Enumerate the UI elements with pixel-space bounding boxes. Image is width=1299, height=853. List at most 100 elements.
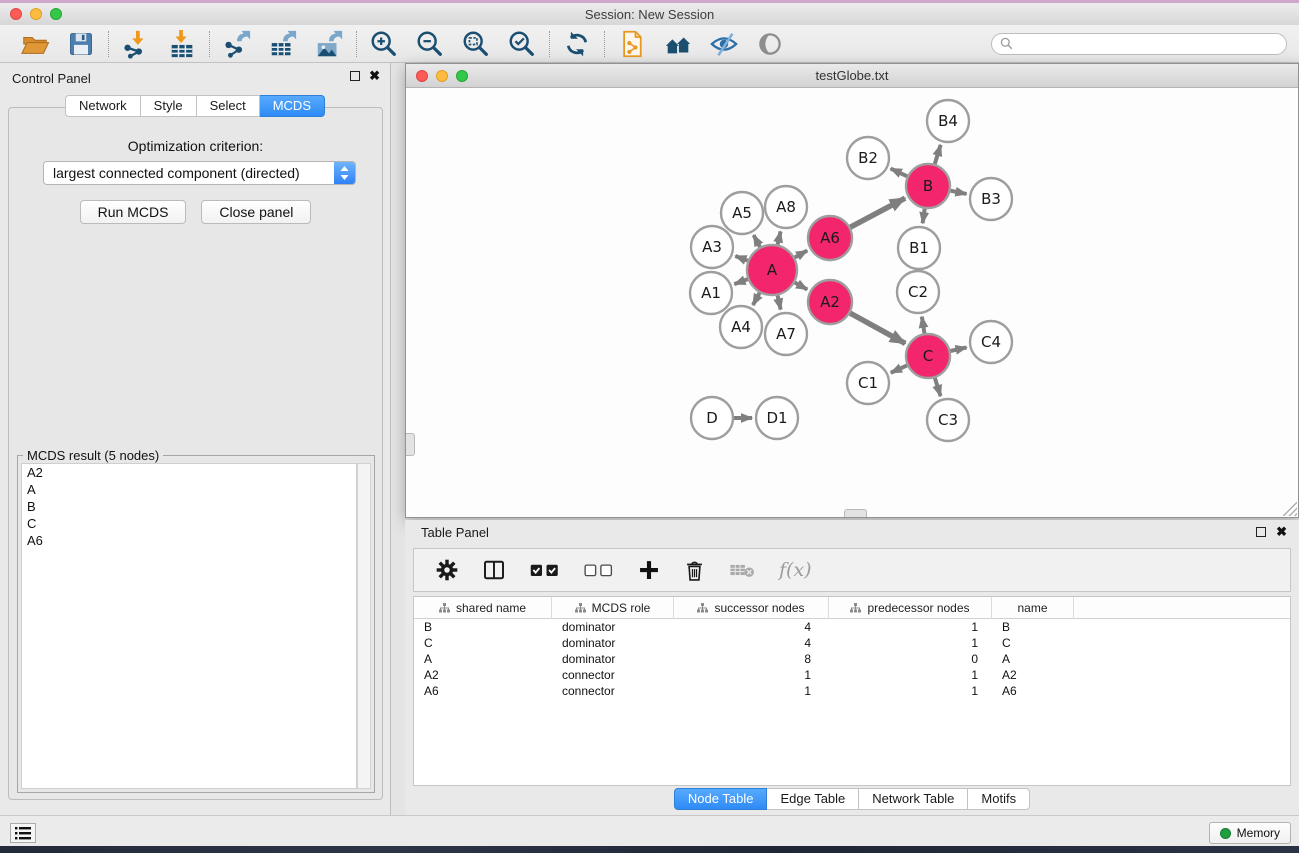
table-cell[interactable]: 0 [829,651,992,667]
graph-node-C3[interactable]: C3 [927,399,969,441]
graph-edge-A-A2[interactable] [795,283,807,290]
table-cell[interactable]: B [992,619,1074,635]
table-row[interactable]: Adominator80A [414,651,1290,667]
graph-edge-B-B3[interactable] [951,191,967,194]
task-history-button[interactable] [10,823,36,843]
graph-edge-A-A4[interactable] [753,293,760,305]
show-columns-icon[interactable] [482,558,506,582]
west-panel-grip[interactable] [406,433,415,456]
graph-edge-B-B4[interactable] [935,145,941,164]
graph-node-C1[interactable]: C1 [847,362,889,404]
graph-node-A3[interactable]: A3 [691,226,733,268]
table-cell[interactable]: dominator [552,635,674,651]
graph-node-B1[interactable]: B1 [898,227,940,269]
column-header-name[interactable]: name [992,597,1074,619]
graph-node-A6[interactable]: A6 [808,216,852,260]
table-cell[interactable]: A [992,651,1074,667]
graph-node-C4[interactable]: C4 [970,321,1012,363]
tab-network-table[interactable]: Network Table [859,788,968,810]
column-header-successor-nodes[interactable]: successor nodes [674,597,829,619]
export-network-icon[interactable] [222,29,252,59]
table-cell[interactable]: dominator [552,619,674,635]
close-panel-button[interactable]: Close panel [201,200,311,224]
resize-grip-icon[interactable] [1283,502,1297,516]
graph-node-A8[interactable]: A8 [765,186,807,228]
refresh-layout-icon[interactable] [562,29,592,59]
table-cell[interactable]: 4 [674,635,829,651]
float-table-panel-icon[interactable] [1256,527,1266,537]
table-cell[interactable]: A6 [414,683,552,699]
column-header-shared-name[interactable]: shared name [414,597,552,619]
south-panel-grip[interactable] [844,509,867,517]
table-cell[interactable]: 1 [829,619,992,635]
table-cell[interactable]: 8 [674,651,829,667]
graph-node-B2[interactable]: B2 [847,137,889,179]
criterion-dropdown[interactable]: largest connected component (directed) [43,161,356,185]
tab-mcds[interactable]: MCDS [260,95,325,117]
graph-node-A[interactable]: A [747,245,797,295]
tab-node-table[interactable]: Node Table [674,788,768,810]
network-canvas[interactable]: B4B2BB3A8A5A6A3B1AC2A1A2A4A7C4CC1DD1C3 [406,88,1298,517]
graph-edge-A-A1[interactable] [734,279,747,284]
gear-icon[interactable] [436,559,458,581]
table-cell[interactable]: 1 [674,667,829,683]
graph-edge-C-C1[interactable] [891,365,907,372]
graph-node-B[interactable]: B [906,164,950,208]
deselect-all-icon[interactable] [584,562,614,578]
graph-edge-A-A6[interactable] [795,251,807,258]
session-details-icon[interactable] [617,29,647,59]
column-header-predecessor-nodes[interactable]: predecessor nodes [829,597,992,619]
graph-edge-A-A5[interactable] [754,235,760,247]
mcds-result-item[interactable]: B [22,498,356,515]
close-panel-icon[interactable]: ✖ [369,71,380,81]
graph-node-B3[interactable]: B3 [970,178,1012,220]
memory-button[interactable]: Memory [1209,822,1291,844]
graph-edge-A-A8[interactable] [778,231,781,244]
result-scrollbar[interactable] [357,463,371,789]
tab-select[interactable]: Select [197,95,260,117]
function-builder-icon[interactable]: f(x) [779,559,812,581]
tab-motifs[interactable]: Motifs [968,788,1030,810]
close-table-panel-icon[interactable]: ✖ [1276,527,1287,537]
export-image-icon[interactable] [314,29,344,59]
table-cell[interactable]: 1 [829,635,992,651]
run-mcds-button[interactable]: Run MCDS [80,200,187,224]
table-cell[interactable]: A6 [992,683,1074,699]
graph-edge-A6-B[interactable] [850,198,905,227]
tab-style[interactable]: Style [141,95,197,117]
table-cell[interactable]: A [414,651,552,667]
select-all-icon[interactable] [530,562,560,578]
table-cell[interactable]: connector [552,667,674,683]
save-session-icon[interactable] [66,29,96,59]
delete-table-icon[interactable] [729,561,755,579]
table-cell[interactable]: dominator [552,651,674,667]
delete-column-icon[interactable] [684,559,705,582]
import-network-icon[interactable] [121,29,151,59]
column-header-mcds-role[interactable]: MCDS role [552,597,674,619]
graph-edge-A-A3[interactable] [735,256,747,261]
graph-node-D1[interactable]: D1 [756,397,798,439]
graph-node-A1[interactable]: A1 [690,272,732,314]
open-file-icon[interactable] [20,29,50,59]
graph-node-C[interactable]: C [906,334,950,378]
graph-node-A2[interactable]: A2 [808,280,852,324]
graph-edge-B-B1[interactable] [923,209,925,223]
graph-node-D[interactable]: D [691,397,733,439]
table-row[interactable]: Bdominator41B [414,619,1290,635]
tab-network[interactable]: Network [65,95,141,117]
graph-edge-C-C2[interactable] [922,317,925,334]
table-cell[interactable]: 1 [829,683,992,699]
table-cell[interactable]: A2 [992,667,1074,683]
table-cell[interactable]: B [414,619,552,635]
table-cell[interactable]: connector [552,683,674,699]
graph-edge-A2-C[interactable] [850,313,905,343]
table-cell[interactable]: 1 [829,667,992,683]
mcds-result-item[interactable]: C [22,515,356,532]
table-row[interactable]: A6connector11A6 [414,683,1290,699]
table-cell[interactable]: C [992,635,1074,651]
zoom-in-icon[interactable] [369,29,399,59]
table-row[interactable]: Cdominator41C [414,635,1290,651]
table-cell[interactable]: 4 [674,619,829,635]
graph-edge-C-C4[interactable] [950,347,966,351]
hide-graphics-details-icon[interactable] [709,29,739,59]
